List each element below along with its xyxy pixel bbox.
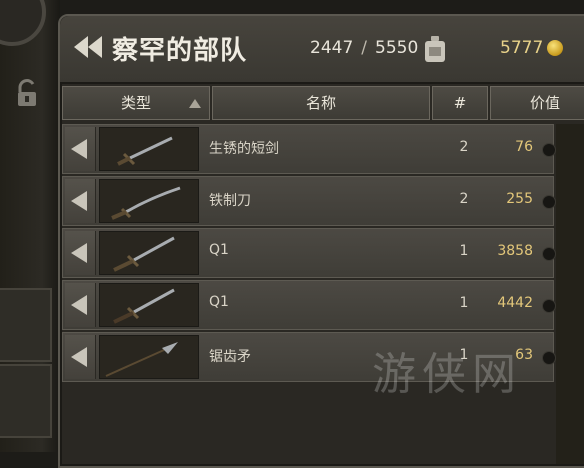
item-row[interactable]: Q1 1 3858 — [62, 228, 556, 278]
item-count: 1 — [459, 347, 469, 363]
weight-readout: 2447 / 5550 — [310, 38, 418, 58]
select-radio[interactable] — [542, 351, 556, 365]
item-value: 3858 — [497, 243, 533, 259]
left-slot[interactable] — [0, 364, 52, 438]
item-count: 2 — [459, 139, 469, 155]
left-slot[interactable] — [0, 288, 52, 362]
scrollbar[interactable] — [556, 124, 584, 464]
item-value: 63 — [515, 347, 533, 363]
gold-amount: 5777 — [500, 38, 544, 58]
select-radio[interactable] — [542, 143, 556, 157]
transfer-button[interactable] — [65, 283, 96, 327]
party-title: 察罕的部队 — [112, 36, 248, 66]
column-header-count[interactable]: # — [432, 86, 488, 120]
left-arrow-icon — [71, 191, 87, 211]
select-radio[interactable] — [542, 247, 556, 261]
left-arrow-icon — [71, 139, 87, 159]
transfer-button[interactable] — [65, 335, 96, 379]
column-header-value[interactable]: 价值 — [490, 86, 584, 120]
spear-icon — [99, 335, 199, 379]
item-name: Q1 — [209, 294, 229, 310]
item-row[interactable]: 铁制刀 2 255 — [62, 176, 556, 226]
column-name-label: 名称 — [305, 94, 336, 112]
longsword-icon — [99, 283, 199, 327]
longsword-icon — [99, 231, 199, 275]
weight-max: 5550 — [375, 38, 419, 58]
left-arrow-icon — [71, 347, 87, 367]
column-header-name[interactable]: 名称 — [212, 86, 430, 120]
short-sword-icon — [99, 127, 199, 171]
item-row[interactable]: 锯齿矛 1 63 — [62, 332, 556, 382]
weight-current: 2447 — [310, 38, 354, 58]
item-name: Q1 — [209, 242, 229, 258]
panel-header: 察罕的部队 2447 / 5550 5777 — [60, 16, 584, 84]
item-name: 生锈的短剑 — [209, 141, 279, 157]
weight-separator: / — [361, 38, 367, 58]
left-arrow-icon — [71, 243, 87, 263]
inventory-panel: 察罕的部队 2447 / 5550 5777 类型 名称 # 价值 生锈的短剑 2 … — [58, 14, 584, 468]
weight-icon — [425, 36, 445, 62]
item-value: 255 — [506, 191, 533, 207]
column-type-label: 类型 — [120, 94, 151, 112]
left-sidebar — [0, 0, 60, 452]
column-count-label: # — [453, 94, 467, 112]
select-radio[interactable] — [542, 195, 556, 209]
item-row[interactable]: Q1 1 4442 — [62, 280, 556, 330]
transfer-button[interactable] — [65, 127, 96, 171]
item-name: 铁制刀 — [209, 193, 251, 209]
sort-up-icon — [189, 99, 201, 108]
item-name: 锯齿矛 — [209, 349, 251, 365]
item-value: 4442 — [497, 295, 533, 311]
saber-icon — [99, 179, 199, 223]
double-left-arrow-icon[interactable] — [70, 32, 106, 62]
left-arrow-icon — [71, 295, 87, 315]
item-count: 1 — [459, 243, 469, 259]
ornament-icon — [0, 0, 46, 46]
transfer-button[interactable] — [65, 231, 96, 275]
unlock-icon[interactable] — [14, 78, 40, 108]
item-count: 2 — [459, 191, 469, 207]
column-header-type[interactable]: 类型 — [62, 86, 210, 120]
select-radio[interactable] — [542, 299, 556, 313]
item-count: 1 — [459, 295, 469, 311]
item-value: 76 — [515, 139, 533, 155]
coin-icon — [547, 40, 563, 56]
column-value-label: 价值 — [529, 94, 560, 112]
item-row[interactable]: 生锈的短剑 2 76 — [62, 124, 556, 174]
transfer-button[interactable] — [65, 179, 96, 223]
